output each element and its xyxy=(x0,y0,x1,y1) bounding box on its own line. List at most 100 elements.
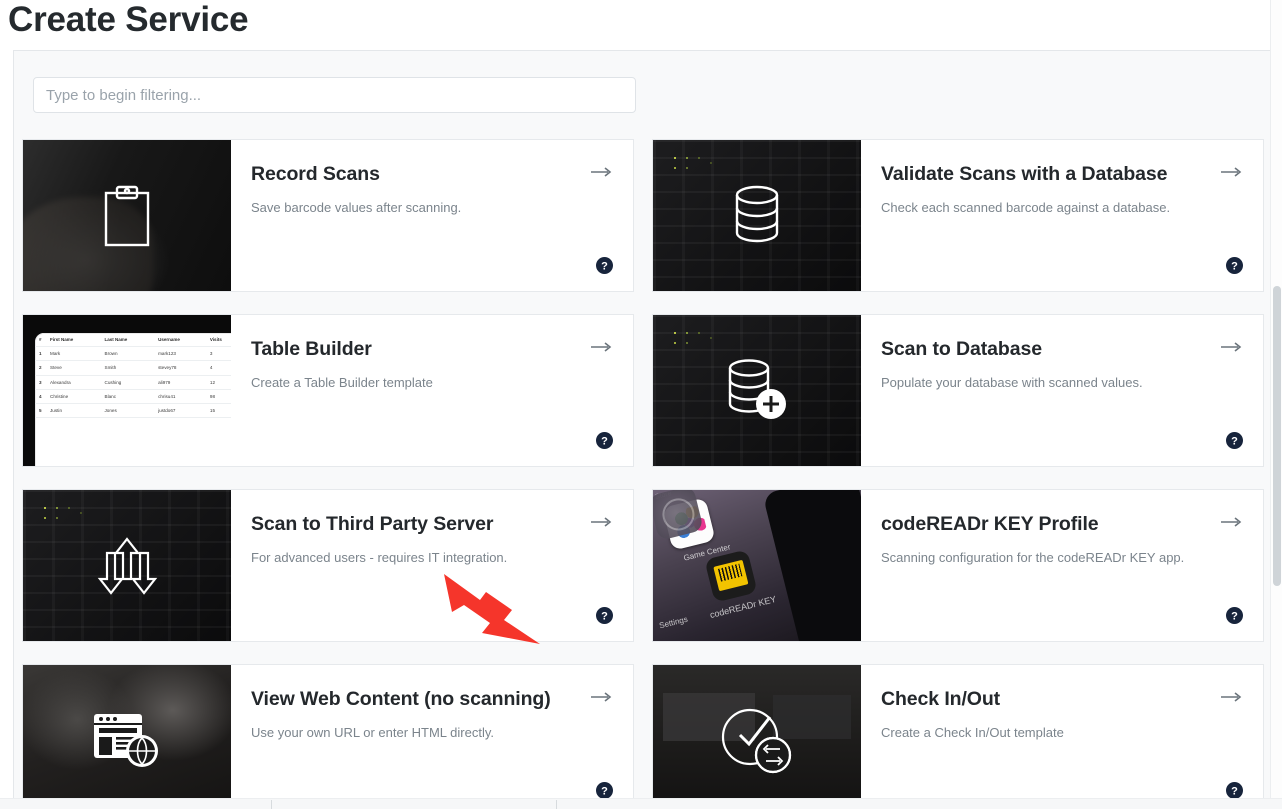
card-title: View Web Content (no scanning) xyxy=(251,688,551,710)
svg-text:?: ? xyxy=(601,786,608,798)
card-title: Scan to Database xyxy=(881,338,1042,360)
card-title: Scan to Third Party Server xyxy=(251,513,494,535)
preview-table-cell: Blanc xyxy=(100,389,155,404)
preview-table-cell: chrisu41 xyxy=(154,389,206,404)
preview-table-row: 4 Christine Blanc chrisu41 98 xyxy=(35,389,231,404)
spreadsheet-table-preview: # First Name Last Name Username Visits 1 Mark… xyxy=(35,333,231,466)
preview-table-cell: 3 xyxy=(35,375,46,390)
svg-text:?: ? xyxy=(601,261,608,273)
preview-table-cell: justdo67 xyxy=(154,403,206,419)
preview-table-row: 1 Mark Brown mark123 3 xyxy=(35,346,231,362)
card-description: Create a Check In/Out template xyxy=(881,725,1064,740)
question-circle-icon[interactable]: ? xyxy=(596,782,613,799)
preview-table-header-cell: First Name xyxy=(46,333,101,348)
question-circle-icon[interactable]: ? xyxy=(1226,257,1243,274)
preview-table-cell: 3 xyxy=(205,346,231,362)
clock-check-exchange-icon xyxy=(653,665,861,809)
svg-text:?: ? xyxy=(1231,261,1238,273)
service-card-grid: Record Scans Save barcode values after s… xyxy=(22,139,1264,809)
arrow-right-icon[interactable] xyxy=(1221,341,1243,353)
page-title: Create Service xyxy=(8,0,249,39)
preview-table-row: 5 Justin Jones justdo67 15 xyxy=(35,403,231,419)
card-description: Save barcode values after scanning. xyxy=(251,200,462,215)
clipboard-icon xyxy=(23,140,231,291)
service-filter-input[interactable] xyxy=(33,77,636,113)
arrow-right-icon[interactable] xyxy=(591,516,613,528)
arrow-right-icon[interactable] xyxy=(1221,516,1243,528)
card-title: Record Scans xyxy=(251,163,380,185)
arrow-right-icon[interactable] xyxy=(1221,691,1243,703)
card-description: For advanced users - requires IT integra… xyxy=(251,550,508,565)
preview-table-row: 3 Alexandra Cushing ali979 12 xyxy=(35,375,231,390)
card-body: View Web Content (no scanning) Use your … xyxy=(231,665,633,809)
question-circle-icon[interactable]: ? xyxy=(596,257,613,274)
phone-bezel xyxy=(762,490,861,641)
preview-table-cell: Steve xyxy=(46,360,101,376)
service-picker-panel: Record Scans Save barcode values after s… xyxy=(13,50,1270,809)
card-thumbnail: Store Game Center Settings codeREADr KEY xyxy=(653,490,861,641)
preview-table-cell: mark123 xyxy=(154,346,206,362)
card-body: Record Scans Save barcode values after s… xyxy=(231,140,633,291)
preview-table-cell: 1 xyxy=(35,346,46,362)
preview-table-cell: Mark xyxy=(46,346,101,362)
preview-table-cell: Cushing xyxy=(100,375,155,390)
svg-text:?: ? xyxy=(1231,786,1238,798)
database-icon xyxy=(653,140,861,291)
service-card-record-scans[interactable]: Record Scans Save barcode values after s… xyxy=(22,139,634,292)
card-body: Validate Scans with a Database Check eac… xyxy=(861,140,1263,291)
arrow-right-icon[interactable] xyxy=(1221,166,1243,178)
card-description: Create a Table Builder template xyxy=(251,375,433,390)
card-body: Table Builder Create a Table Builder tem… xyxy=(231,315,633,466)
codereadr-key-app-icon xyxy=(704,549,758,603)
preview-table-cell: 5 xyxy=(35,403,46,419)
service-card-view-web-content-no-scanning[interactable]: View Web Content (no scanning) Use your … xyxy=(22,664,634,809)
arrow-right-icon[interactable] xyxy=(591,166,613,178)
card-description: Populate your database with scanned valu… xyxy=(881,375,1143,390)
card-description: Check each scanned barcode against a dat… xyxy=(881,200,1171,215)
card-body: Scan to Third Party Server For advanced … xyxy=(231,490,633,641)
card-description: Use your own URL or enter HTML directly. xyxy=(251,725,494,740)
question-circle-icon[interactable]: ? xyxy=(596,607,613,624)
preview-table-cell: 15 xyxy=(205,403,231,419)
svg-text:?: ? xyxy=(1231,436,1238,448)
svg-text:?: ? xyxy=(1231,611,1238,623)
preview-table-row: 2 Steve Smith stevey78 4 xyxy=(35,360,231,376)
preview-table-header-cell: Username xyxy=(154,333,206,348)
preview-table-cell: 98 xyxy=(205,389,231,404)
horizontal-scrollbar[interactable] xyxy=(0,798,1282,809)
question-circle-icon[interactable]: ? xyxy=(1226,432,1243,449)
service-card-scan-to-third-party-server[interactable]: Scan to Third Party Server For advanced … xyxy=(22,489,634,642)
arrow-right-icon[interactable] xyxy=(591,341,613,353)
card-body: Check In/Out Create a Check In/Out templ… xyxy=(861,665,1263,809)
preview-table-cell: Smith xyxy=(100,360,155,376)
svg-text:?: ? xyxy=(601,611,608,623)
vertical-scrollbar[interactable] xyxy=(1270,0,1282,809)
card-title: codeREADr KEY Profile xyxy=(881,513,1099,535)
preview-table-cell: Jones xyxy=(100,403,155,419)
preview-table-header-cell: Last Name xyxy=(100,333,155,348)
preview-table-cell: Christine xyxy=(46,389,101,404)
card-title: Table Builder xyxy=(251,338,372,360)
card-thumbnail xyxy=(653,315,861,466)
service-card-scan-to-database[interactable]: Scan to Database Populate your database … xyxy=(652,314,1264,467)
service-card-codereadr-key-profile[interactable]: Store Game Center Settings codeREADr KEY… xyxy=(652,489,1264,642)
question-circle-icon[interactable]: ? xyxy=(596,432,613,449)
preview-table-cell: 12 xyxy=(205,375,231,390)
preview-table-cell: Alexandra xyxy=(46,375,101,390)
arrow-right-icon[interactable] xyxy=(591,691,613,703)
card-thumbnail xyxy=(23,665,231,809)
question-circle-icon[interactable]: ? xyxy=(1226,607,1243,624)
browser-globe-icon xyxy=(23,665,231,809)
service-card-validate-scans-with-a-database[interactable]: Validate Scans with a Database Check eac… xyxy=(652,139,1264,292)
question-circle-icon[interactable]: ? xyxy=(1226,782,1243,799)
card-title: Validate Scans with a Database xyxy=(881,163,1168,185)
preview-table-cell: ali979 xyxy=(154,375,206,390)
card-thumbnail xyxy=(653,665,861,809)
preview-table-cell: Justin xyxy=(46,403,101,419)
svg-text:?: ? xyxy=(601,436,608,448)
table-header-row: # First Name Last Name Username Visits xyxy=(35,333,231,348)
vertical-scrollbar-thumb[interactable] xyxy=(1273,286,1281,586)
preview-table-cell: Brown xyxy=(100,346,155,362)
service-card-table-builder[interactable]: # First Name Last Name Username Visits 1 Mark… xyxy=(22,314,634,467)
service-card-check-in-out[interactable]: Check In/Out Create a Check In/Out templ… xyxy=(652,664,1264,809)
